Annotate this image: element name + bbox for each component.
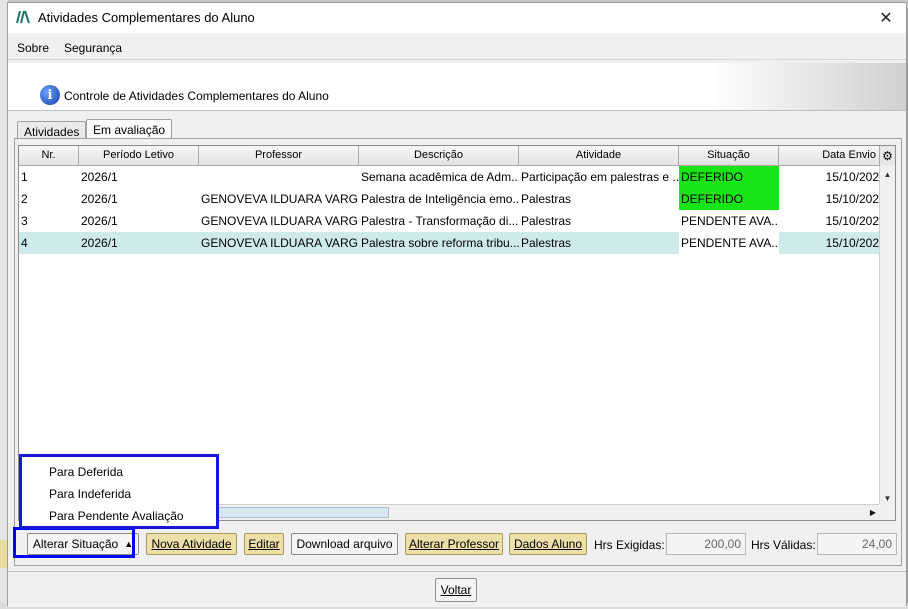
situacao-popup-menu: Para Deferida Para Indeferida Para Pende…	[19, 454, 219, 529]
cell-professor: GENOVEVA ILDUARA VARG...	[201, 214, 359, 228]
hrs-validas-label: Hrs Válidas:	[751, 538, 816, 552]
menu-sobre[interactable]: Sobre	[17, 41, 49, 55]
alterar-professor-button[interactable]: Alterar Professor	[405, 533, 503, 555]
cell-professor: GENOVEVA ILDUARA VARG...	[201, 192, 359, 206]
tab-label: Em avaliação	[93, 123, 166, 137]
table-row[interactable]: 1 2026/1 Semana acadêmica de Adm... Part…	[19, 166, 881, 188]
editar-label: Editar	[248, 537, 280, 551]
close-button[interactable]: ✕	[866, 3, 906, 33]
column-header-professor[interactable]: Professor	[199, 146, 359, 166]
cell-situacao: PENDENTE AVA...	[681, 214, 779, 228]
title-bar: Atividades Complementares do Aluno ✕	[8, 3, 906, 33]
column-header-data-envio[interactable]: Data Envio	[779, 146, 881, 166]
window-title: Atividades Complementares do Aluno	[38, 10, 255, 25]
dados-aluno-button[interactable]: Dados Aluno	[509, 533, 587, 555]
cell-professor: GENOVEVA ILDUARA VARG...	[201, 236, 359, 250]
scroll-up-icon[interactable]: ▲	[880, 166, 895, 182]
menu-item-para-indeferida[interactable]: Para Indeferida	[49, 487, 131, 501]
voltar-button[interactable]: Voltar	[435, 578, 477, 602]
hrs-validas-field: 24,00	[817, 533, 897, 555]
vertical-scrollbar[interactable]: ▲ ▼	[879, 166, 895, 506]
editar-button[interactable]: Editar	[244, 533, 284, 555]
grid-header: Nr. Período Letivo Professor Descrição A…	[19, 146, 895, 166]
cell-periodo: 2026/1	[81, 214, 118, 228]
cell-periodo: 2026/1	[81, 236, 118, 250]
info-icon: i	[40, 85, 60, 105]
cell-atividade: Palestras	[521, 236, 572, 250]
table-row-selected[interactable]: 4 2026/1 GENOVEVA ILDUARA VARG... Palest…	[19, 232, 881, 254]
cell-nr: 4	[21, 236, 28, 250]
column-header-descricao[interactable]: Descrição	[359, 146, 519, 166]
cell-situacao: PENDENTE AVA...	[679, 232, 779, 254]
menu-bar: Sobre Segurança	[8, 34, 906, 60]
cell-periodo: 2026/1	[81, 192, 118, 206]
cell-descricao: Palestra de Inteligência emo...	[361, 192, 519, 206]
cell-descricao: Palestra sobre reforma tribu...	[361, 236, 519, 250]
cell-data-envio: 15/10/202	[825, 214, 879, 228]
cell-nr: 3	[21, 214, 28, 228]
cell-situacao: DEFERIDO	[679, 188, 779, 210]
cell-atividade: Palestras	[521, 214, 572, 228]
header-panel: i Controle de Atividades Complementares …	[8, 63, 906, 111]
alterar-situacao-highlight	[13, 527, 135, 558]
nova-atividade-label: Nova Atividade	[151, 537, 232, 551]
scrollbar-corner	[879, 504, 895, 520]
column-header-nr[interactable]: Nr.	[19, 146, 79, 166]
download-arquivo-label: Download arquivo	[296, 537, 393, 551]
hrs-exigidas-field: 200,00	[666, 533, 746, 555]
download-arquivo-button[interactable]: Download arquivo	[291, 533, 398, 555]
tab-label: Atividades	[24, 125, 80, 139]
cell-descricao: Palestra - Transformação di...	[361, 214, 519, 228]
hrs-exigidas-label: Hrs Exigidas:	[594, 538, 665, 552]
cell-descricao: Semana acadêmica de Adm...	[361, 170, 519, 184]
app-logo-icon	[16, 10, 30, 24]
cell-atividade: Palestras	[521, 192, 572, 206]
cell-data-envio: 15/10/202	[825, 170, 879, 184]
nova-atividade-button[interactable]: Nova Atividade	[146, 533, 237, 555]
column-settings-gear-icon[interactable]: ⚙	[879, 146, 895, 166]
table-row[interactable]: 2 2026/1 GENOVEVA ILDUARA VARG... Palest…	[19, 188, 881, 210]
column-header-situacao[interactable]: Situação	[679, 146, 779, 166]
cell-professor	[199, 166, 359, 188]
menu-item-para-pendente-avaliacao[interactable]: Para Pendente Avaliação	[49, 509, 184, 523]
dados-aluno-label: Dados Aluno	[513, 537, 583, 551]
close-icon: ✕	[879, 10, 893, 27]
column-header-atividade[interactable]: Atividade	[519, 146, 679, 166]
cell-nr: 1	[21, 170, 28, 184]
header-title: Controle de Atividades Complementares do…	[64, 89, 329, 103]
cell-data-envio: 15/10/202	[825, 236, 879, 250]
cell-atividade: Participação em palestras e ...	[521, 170, 679, 184]
menu-item-para-deferida[interactable]: Para Deferida	[49, 465, 123, 479]
alterar-professor-label: Alterar Professor	[408, 537, 500, 551]
voltar-label: Voltar	[440, 583, 472, 597]
cell-situacao: DEFERIDO	[679, 166, 779, 188]
menu-seguranca[interactable]: Segurança	[64, 41, 122, 55]
cell-data-envio: 15/10/202	[825, 192, 879, 206]
cell-periodo: 2026/1	[81, 170, 118, 184]
tab-em-avaliacao[interactable]: Em avaliação	[86, 119, 173, 140]
cell-nr: 2	[21, 192, 28, 206]
table-row[interactable]: 3 2026/1 GENOVEVA ILDUARA VARG... Palest…	[19, 210, 881, 232]
column-header-periodo[interactable]: Período Letivo	[79, 146, 199, 166]
footer-bar: Voltar	[8, 571, 906, 607]
